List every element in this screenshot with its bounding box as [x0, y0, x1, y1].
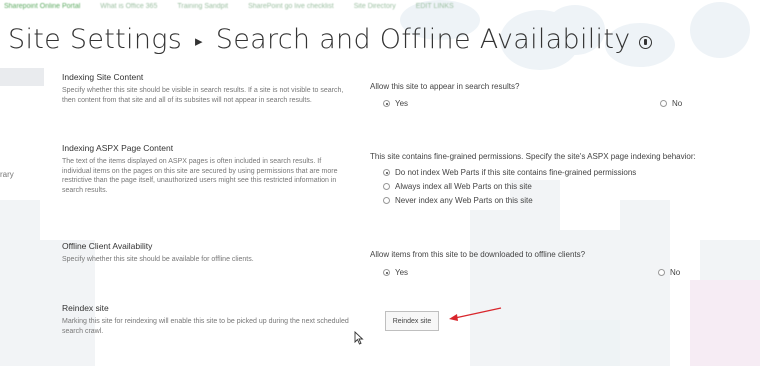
radio-label: No: [672, 99, 683, 108]
radio-button[interactable]: [383, 100, 390, 107]
radio-button[interactable]: [383, 183, 390, 190]
nav-link[interactable]: Training Sandpit: [177, 3, 228, 17]
breadcrumb-separator: ▸: [195, 31, 203, 50]
radio-aspx-option-3[interactable]: Never index any Web Parts on this site: [383, 196, 533, 205]
radio-button[interactable]: [383, 197, 390, 204]
nav-link-edit[interactable]: EDIT LINKS: [416, 3, 454, 17]
radio-button[interactable]: [658, 269, 665, 276]
section-title: Indexing ASPX Page Content: [62, 143, 174, 153]
section-reindex-site: Reindex site Marking this site for reind…: [62, 303, 352, 336]
section-description: The text of the items displayed on ASPX …: [62, 158, 338, 194]
reindex-site-button[interactable]: Reindex site: [385, 311, 439, 331]
aspx-indexing-question: This site contains fine-grained permissi…: [370, 152, 696, 161]
section-title: Offline Client Availability: [62, 241, 153, 251]
search-visibility-question: Allow this site to appear in search resu…: [370, 82, 520, 91]
radio-button[interactable]: [383, 269, 390, 276]
offline-question: Allow items from this site to be downloa…: [370, 250, 586, 259]
section-title: Reindex site: [62, 303, 109, 313]
radio-label: Do not index Web Parts if this site cont…: [395, 168, 637, 177]
radio-search-no[interactable]: No: [660, 99, 682, 108]
radio-aspx-option-1[interactable]: Do not index Web Parts if this site cont…: [383, 168, 636, 177]
left-nav-highlight[interactable]: [0, 68, 44, 86]
section-indexing-aspx: Indexing ASPX Page Content The text of t…: [62, 143, 352, 195]
nav-link[interactable]: Site Directory: [354, 3, 396, 17]
section-indexing-site-content: Indexing Site Content Specify whether th…: [62, 72, 352, 105]
page-title-row: Site Settings ▸ Search and Offline Avail…: [8, 24, 652, 55]
radio-label: Yes: [395, 268, 409, 277]
top-navigation: Sharepoint Online Portal What is Office …: [4, 3, 454, 17]
radio-label: No: [670, 268, 681, 277]
radio-button[interactable]: [660, 100, 667, 107]
radio-label: Yes: [395, 99, 409, 108]
radio-offline-yes[interactable]: Yes: [383, 268, 408, 277]
radio-search-yes[interactable]: Yes: [383, 99, 408, 108]
radio-aspx-option-2[interactable]: Always index all Web Parts on this site: [383, 182, 532, 191]
page-title: Site Settings ▸ Search and Offline Avail…: [8, 24, 631, 55]
nav-link[interactable]: SharePoint go live checklist: [248, 3, 334, 17]
radio-label: Never index any Web Parts on this site: [395, 196, 533, 205]
section-description: Marking this site for reindexing will en…: [62, 318, 349, 335]
nav-link[interactable]: Sharepoint Online Portal: [4, 3, 80, 17]
mouse-pointer-icon: [354, 331, 364, 345]
info-icon[interactable]: [638, 36, 652, 49]
radio-offline-no[interactable]: No: [658, 268, 680, 277]
left-nav-item[interactable]: rary: [0, 170, 14, 179]
section-title: Indexing Site Content: [62, 72, 144, 82]
section-description: Specify whether this site should be avai…: [62, 256, 254, 263]
radio-button[interactable]: [383, 169, 390, 176]
radio-label: Always index all Web Parts on this site: [395, 182, 532, 191]
section-offline-availability: Offline Client Availability Specify whet…: [62, 241, 352, 265]
annotation-arrow-icon: [449, 307, 502, 321]
breadcrumb-site-settings[interactable]: Site Settings: [8, 24, 182, 55]
section-description: Specify whether this site should be visi…: [62, 87, 344, 104]
page-title-text: Search and Offline Availability: [215, 24, 631, 55]
nav-link[interactable]: What is Office 365: [100, 3, 157, 17]
